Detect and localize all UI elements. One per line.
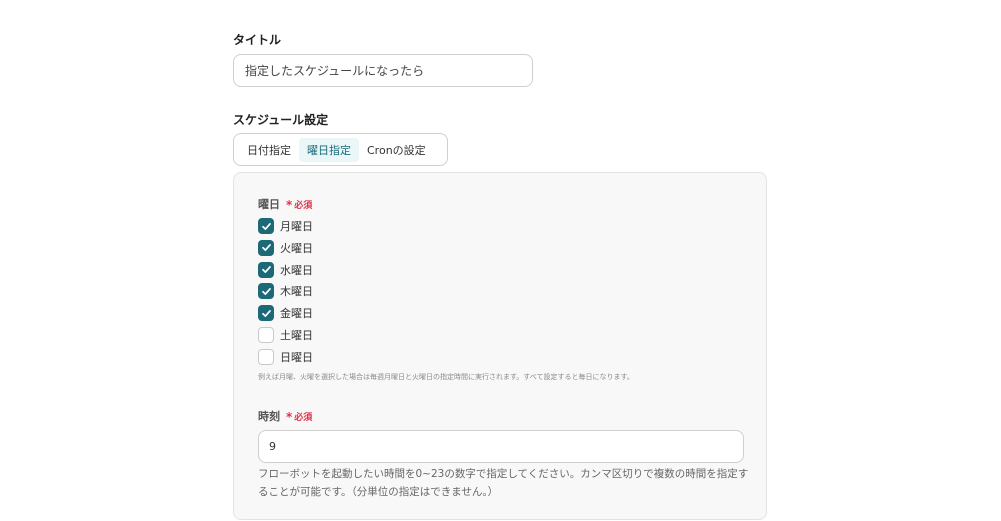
weekday-label-text: 曜日 [258,198,280,211]
schedule-label: スケジュール設定 [233,113,329,127]
weekday-field-label: 曜日 * 必須 [258,196,312,212]
required-badge: * 必須 [286,410,313,424]
weekday-option[interactable]: 日曜日 [258,348,313,366]
weekday-option-label: 木曜日 [280,285,313,299]
checkbox[interactable] [258,305,274,322]
weekday-option-label: 日曜日 [280,350,313,364]
time-input[interactable] [258,430,744,463]
checkbox[interactable] [258,283,274,300]
check-icon [261,287,271,295]
time-field-label: 時刻 * 必須 [258,408,312,424]
title-label: タイトル [233,33,282,47]
required-text: 必須 [294,201,313,211]
tab-cron[interactable]: Cronの設定 [359,138,434,162]
required-asterisk: * [286,410,293,424]
weekday-option[interactable]: 土曜日 [258,326,313,344]
weekday-option-label: 水曜日 [280,263,313,277]
checkbox[interactable] [258,261,274,278]
required-badge: * 必須 [286,198,313,212]
tab-weekday[interactable]: 曜日指定 [299,137,359,162]
weekday-option-label: 月曜日 [280,220,313,233]
weekday-option[interactable]: 水曜日 [258,261,313,279]
weekday-option[interactable]: 木曜日 [258,282,313,300]
time-hint: フローボットを起動したい時間を0~23の数字で指定してください。カンマ区切りで複… [258,468,749,498]
weekday-settings-panel: 曜日 * 必須 月曜日 火曜日 水曜日 木曜日 金曜日 土曜日 日曜日 例えば月曜、火曜を選択し… [233,172,767,520]
schedule-tabs: 日付指定 曜日指定 Cronの設定 [233,133,448,166]
checkbox[interactable] [258,348,274,365]
weekday-option[interactable]: 火曜日 [258,239,313,257]
weekday-option[interactable]: 金曜日 [258,304,313,322]
check-icon [261,309,271,317]
weekday-option[interactable]: 月曜日 [258,217,313,235]
checkbox[interactable] [258,327,274,343]
required-asterisk: * [286,198,293,212]
checkbox[interactable] [258,218,274,234]
weekday-option-label: 土曜日 [280,329,313,342]
weekday-hint: 例えば月曜、火曜を選択した場合は毎週月曜日と火曜日の指定時間に実行されます。すべ… [258,373,634,381]
tab-date[interactable]: 日付指定 [239,138,299,162]
check-icon [261,244,271,252]
weekday-option-label: 火曜日 [280,241,313,255]
time-label-text: 時刻 [258,410,280,423]
checkbox[interactable] [258,239,274,256]
weekday-option-label: 金曜日 [280,307,313,321]
title-input[interactable] [233,54,533,87]
check-icon [261,222,271,230]
required-text: 必須 [294,413,313,423]
check-icon [261,266,271,274]
